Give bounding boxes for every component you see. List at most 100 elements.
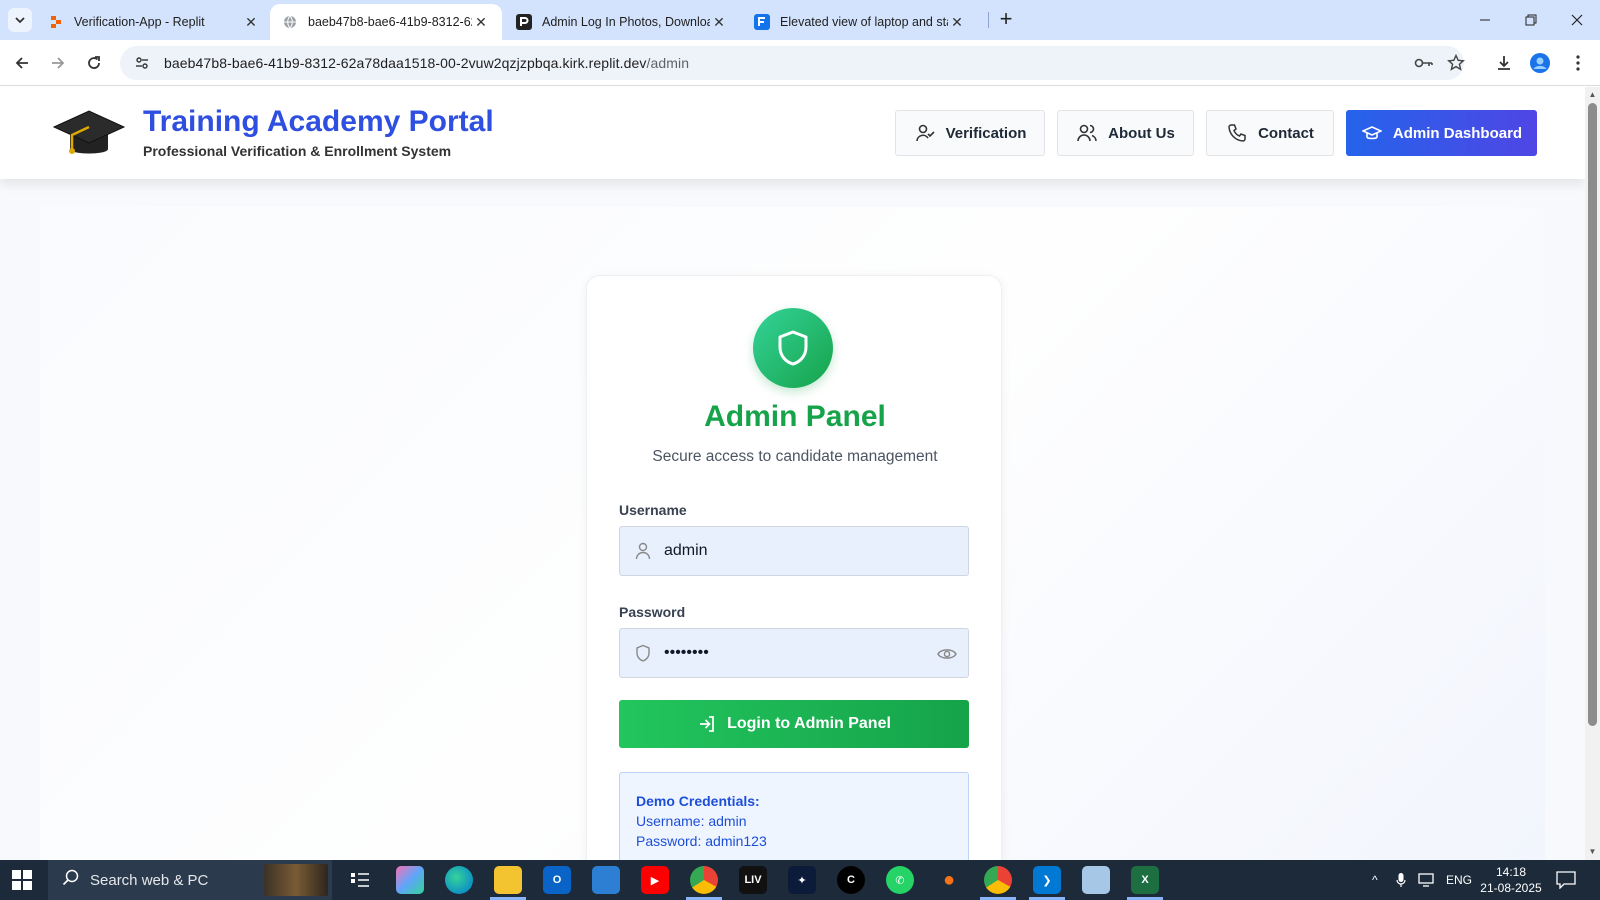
browser-tab-replit[interactable]: Verification-App - Replit ✕: [36, 4, 272, 40]
password-key-icon[interactable]: [1412, 51, 1436, 75]
tab-title: baeb47b8-bae6-41b9-8312-62a: [308, 15, 472, 29]
browser-toolbar: baeb47b8-bae6-41b9-8312-62a78daa1518-00-…: [0, 40, 1600, 86]
site-title[interactable]: Training Academy Portal: [143, 105, 494, 139]
sony-liv-icon[interactable]: LIV: [739, 866, 767, 894]
download-icon[interactable]: [1492, 51, 1516, 75]
bookmark-star-icon[interactable]: [1444, 51, 1468, 75]
demo-password: Password: admin123: [636, 833, 767, 849]
close-window-icon[interactable]: [1554, 8, 1600, 32]
windows-taskbar: Search web & PC O ▶ LIV ✦ C ✆ ● ❯ X ^ EN…: [0, 860, 1600, 900]
browser-tab-pexels[interactable]: Admin Log In Photos, Downloa ✕: [504, 4, 740, 40]
eye-icon[interactable]: [936, 643, 958, 665]
tab-title: Elevated view of laptop and sta: [780, 15, 948, 29]
password-label: Password: [619, 604, 686, 620]
forward-icon[interactable]: [46, 51, 70, 75]
login-title: Admin Panel: [704, 400, 886, 433]
nav-about-button[interactable]: About Us: [1057, 110, 1194, 156]
address-bar[interactable]: baeb47b8-bae6-41b9-8312-62a78daa1518-00-…: [120, 46, 1464, 80]
browser-tab-freepik[interactable]: Elevated view of laptop and sta ✕: [742, 4, 978, 40]
globe-icon: [282, 14, 298, 30]
url-text: baeb47b8-bae6-41b9-8312-62a78daa1518-00-…: [164, 55, 689, 71]
replit-icon: [48, 14, 64, 30]
password-field[interactable]: ••••••••: [619, 628, 969, 678]
nav-verification-button[interactable]: Verification: [895, 110, 1045, 156]
show-hidden-icons-icon[interactable]: ^: [1372, 860, 1378, 900]
chrome-icon[interactable]: [690, 866, 718, 894]
phone-icon: [1226, 122, 1248, 144]
back-icon[interactable]: [10, 51, 34, 75]
close-tab-icon[interactable]: ✕: [242, 13, 260, 31]
browser-tab-strip: Verification-App - Replit ✕ baeb47b8-bae…: [0, 0, 1600, 40]
taskbar-search-placeholder: Search web & PC: [90, 871, 209, 889]
new-tab-button[interactable]: +: [994, 8, 1018, 32]
graduation-cap-outline-icon: [1361, 122, 1383, 144]
scroll-down-arrow-icon[interactable]: ▼: [1588, 847, 1597, 856]
url-host: baeb47b8-bae6-41b9-8312-62a78daa1518-00-…: [164, 55, 647, 71]
close-tab-icon[interactable]: ✕: [948, 13, 966, 31]
excel-icon[interactable]: X: [1131, 866, 1159, 894]
edge-icon[interactable]: [445, 866, 473, 894]
scroll-up-arrow-icon[interactable]: ▲: [1588, 90, 1597, 99]
web-page: Training Academy Portal Professional Ver…: [0, 87, 1585, 860]
site-settings-icon[interactable]: [130, 51, 154, 75]
minimize-icon[interactable]: [1462, 8, 1508, 32]
username-field[interactable]: admin: [619, 526, 969, 576]
profile-avatar[interactable]: [1528, 51, 1552, 75]
close-tab-icon[interactable]: ✕: [710, 13, 728, 31]
demo-title: Demo Credentials:: [636, 793, 760, 809]
search-icon: [62, 869, 80, 891]
nav-contact-label: Contact: [1258, 124, 1314, 142]
scroll-thumb[interactable]: [1588, 103, 1597, 726]
network-icon[interactable]: [1418, 860, 1436, 900]
nav-about-label: About Us: [1108, 124, 1175, 142]
cred-icon[interactable]: C: [837, 866, 865, 894]
more-menu-icon[interactable]: [1566, 51, 1590, 75]
page-scrollbar[interactable]: ▲ ▼: [1585, 87, 1600, 860]
user-icon: [634, 542, 652, 560]
login-button[interactable]: Login to Admin Panel: [619, 700, 969, 748]
file-explorer-icon[interactable]: [494, 866, 522, 894]
nav-admin-label: Admin Dashboard: [1392, 124, 1523, 142]
login-button-label: Login to Admin Panel: [727, 715, 891, 732]
nav-admin-dashboard-button[interactable]: Admin Dashboard: [1346, 110, 1537, 156]
notepad-icon[interactable]: [1082, 866, 1110, 894]
browser-tab-active[interactable]: baeb47b8-bae6-41b9-8312-62a ✕: [270, 4, 502, 40]
youtube-icon[interactable]: ▶: [641, 866, 669, 894]
reload-icon[interactable]: [82, 51, 106, 75]
outlook-icon[interactable]: O: [543, 866, 571, 894]
chrome-profile-icon[interactable]: [984, 866, 1012, 894]
site-subtitle: Professional Verification & Enrollment S…: [143, 143, 452, 159]
vscode-icon[interactable]: ❯: [1033, 866, 1061, 894]
taskbar-clock[interactable]: 14:18 21-08-2025: [1476, 864, 1546, 896]
username-label: Username: [619, 502, 687, 518]
url-path: /admin: [646, 55, 690, 71]
admin-login-card: Admin Panel Secure access to candidate m…: [586, 275, 1002, 860]
nav-contact-button[interactable]: Contact: [1206, 110, 1334, 156]
graduation-cap-icon: [52, 105, 126, 163]
windows-start-icon[interactable]: [12, 870, 32, 890]
whatsapp-icon[interactable]: ✆: [886, 866, 914, 894]
tab-title: Admin Log In Photos, Downloa: [542, 15, 710, 29]
hotstar-icon[interactable]: ✦: [788, 866, 816, 894]
microphone-app-icon[interactable]: ●: [935, 866, 963, 894]
demo-credentials-box: Demo Credentials: Username: admin Passwo…: [619, 772, 969, 860]
control-panel-icon[interactable]: [592, 866, 620, 894]
pexels-icon: [516, 14, 532, 30]
taskbar-search-box[interactable]: Search web & PC: [48, 860, 332, 900]
log-in-icon: [697, 714, 717, 734]
freepik-icon: [754, 14, 770, 30]
site-header: Training Academy Portal Professional Ver…: [0, 87, 1585, 179]
tab-search-icon[interactable]: [8, 8, 32, 32]
notifications-icon[interactable]: [1556, 860, 1576, 900]
clock-time: 14:18: [1495, 865, 1527, 879]
shield-small-icon: [634, 644, 652, 662]
language-indicator[interactable]: ENG: [1446, 860, 1472, 900]
nav-verification-label: Verification: [945, 124, 1027, 142]
close-tab-icon[interactable]: ✕: [472, 13, 490, 31]
microphone-icon[interactable]: [1396, 860, 1406, 900]
login-subtitle: Secure access to candidate management: [652, 448, 938, 465]
tab-separator: [988, 12, 989, 28]
restore-icon[interactable]: [1508, 8, 1554, 32]
copilot-icon[interactable]: [396, 866, 424, 894]
task-view-icon[interactable]: [346, 866, 374, 894]
